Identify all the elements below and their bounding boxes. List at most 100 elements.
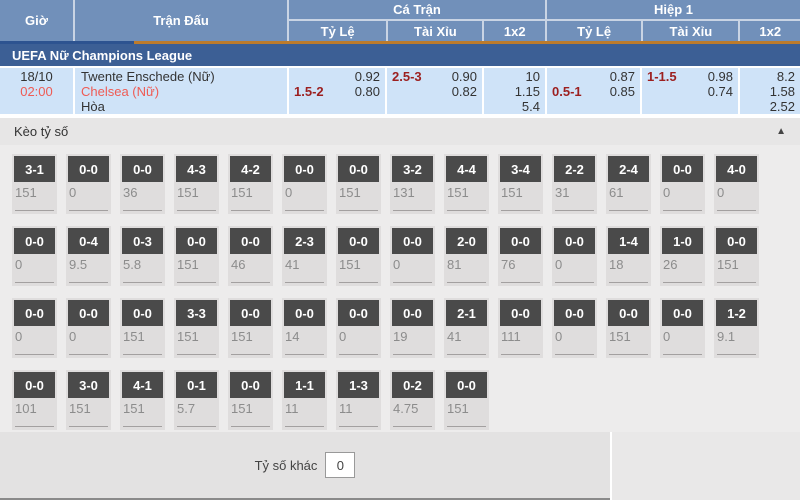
score-odds-tile[interactable]: 0-00 [66, 154, 111, 214]
score-odds-tile[interactable]: 0-49.5 [66, 226, 111, 286]
score-odds-tile[interactable]: 1-026 [660, 226, 705, 286]
score-label: 0-0 [230, 300, 271, 326]
score-odds-tile[interactable]: 1-29.1 [714, 298, 759, 358]
half-handicap-home-odds[interactable]: 0.87 [610, 69, 635, 84]
score-odds-tile[interactable]: 0-076 [498, 226, 543, 286]
odds-value: 18 [606, 254, 651, 272]
score-odds-tile[interactable]: 4-4151 [444, 154, 489, 214]
score-odds-tile[interactable]: 1-311 [336, 370, 381, 430]
score-odds-tile[interactable]: 0-0151 [444, 370, 489, 430]
first-half-subheaders: Tỷ Lệ Tài Xỉu 1x2 [547, 21, 800, 41]
half-over-odds[interactable]: 0.98 [708, 69, 733, 84]
half-1x2-draw-odds[interactable]: 1.58 [740, 84, 795, 99]
full-1x2-home-odds[interactable]: 10 [484, 69, 540, 84]
score-label: 0-0 [608, 300, 649, 326]
score-odds-tile[interactable]: 0-0151 [228, 298, 273, 358]
tile-underline [15, 426, 54, 427]
score-odds-tile[interactable]: 3-1151 [12, 154, 57, 214]
score-odds-tile[interactable]: 3-3151 [174, 298, 219, 358]
tile-underline [501, 210, 540, 211]
odds-value: 151 [174, 182, 219, 200]
half-handicap-away-odds[interactable]: 0.85 [610, 84, 635, 99]
score-odds-tile[interactable]: 0-00 [660, 154, 705, 214]
tile-underline [555, 210, 594, 211]
score-odds-tile[interactable]: 0-0151 [174, 226, 219, 286]
full-handicap-home-odds[interactable]: 0.92 [355, 69, 380, 84]
half-1x2-cell[interactable]: 8.2 1.58 2.52 [738, 68, 800, 114]
score-odds-tile[interactable]: 0-00 [552, 298, 597, 358]
half-under-odds[interactable]: 0.74 [708, 84, 733, 99]
score-label: 0-0 [500, 300, 541, 326]
score-odds-tile[interactable]: 0-019 [390, 298, 435, 358]
full-1x2-cell[interactable]: 10 1.15 5.4 [482, 68, 545, 114]
full-1x2-draw-odds[interactable]: 1.15 [484, 84, 540, 99]
score-odds-tile[interactable]: 2-141 [444, 298, 489, 358]
score-odds-tile[interactable]: 1-111 [282, 370, 327, 430]
half-1x2-home-odds[interactable]: 8.2 [740, 69, 795, 84]
tile-underline [123, 354, 162, 355]
tile-underline [285, 354, 324, 355]
full-under-odds[interactable]: 0.82 [452, 84, 477, 99]
half-handicap-cell[interactable]: 0.87 0.5-10.85 [545, 68, 640, 114]
collapse-arrow-icon[interactable]: ▲ [776, 126, 786, 137]
odds-value: 111 [498, 326, 543, 344]
odds-value: 9.1 [714, 326, 759, 344]
score-odds-tile[interactable]: 2-231 [552, 154, 597, 214]
full-1x2-away-odds[interactable]: 5.4 [484, 99, 540, 114]
score-odds-tile[interactable]: 2-081 [444, 226, 489, 286]
away-team-name: Chelsea (Nữ) [81, 84, 287, 99]
tile-underline [609, 210, 648, 211]
score-odds-tile[interactable]: 0-00 [12, 226, 57, 286]
score-odds-tile[interactable]: 0-00 [336, 298, 381, 358]
score-odds-tile[interactable]: 2-461 [606, 154, 651, 214]
score-odds-tile[interactable]: 3-4151 [498, 154, 543, 214]
tile-underline [717, 354, 756, 355]
score-odds-tile[interactable]: 0-00 [660, 298, 705, 358]
score-odds-tile[interactable]: 0-014 [282, 298, 327, 358]
full-handicap-cell[interactable]: 0.92 1.5-20.80 [287, 68, 385, 114]
odds-value: 0 [66, 182, 111, 200]
score-label: 2-0 [446, 228, 487, 254]
score-odds-tile[interactable]: 0-0151 [336, 154, 381, 214]
score-odds-tile[interactable]: 3-0151 [66, 370, 111, 430]
half-1x2-away-odds[interactable]: 2.52 [740, 99, 795, 114]
score-odds-tile[interactable]: 0-00 [66, 298, 111, 358]
score-odds-tile[interactable]: 4-3151 [174, 154, 219, 214]
score-odds-tile[interactable]: 0-0151 [606, 298, 651, 358]
score-odds-tile[interactable]: 4-2151 [228, 154, 273, 214]
score-label: 0-0 [68, 156, 109, 182]
full-over-odds[interactable]: 0.90 [452, 69, 477, 84]
score-odds-tile[interactable]: 4-00 [714, 154, 759, 214]
league-header-bar[interactable]: UEFA Nữ Champions League [0, 44, 800, 66]
score-odds-tile[interactable]: 0-00 [552, 226, 597, 286]
score-odds-tile[interactable]: 0-00 [390, 226, 435, 286]
score-odds-tile[interactable]: 0-0151 [714, 226, 759, 286]
col-header-full-handicap: Tỷ Lệ [289, 21, 386, 41]
score-odds-tile[interactable]: 4-1151 [120, 370, 165, 430]
score-odds-tile[interactable]: 0-0151 [120, 298, 165, 358]
score-odds-tile[interactable]: 0-00 [12, 298, 57, 358]
score-odds-tile[interactable]: 2-341 [282, 226, 327, 286]
other-score-input[interactable] [325, 452, 355, 478]
score-odds-tile[interactable]: 1-418 [606, 226, 651, 286]
score-odds-tile[interactable]: 0-35.8 [120, 226, 165, 286]
half-overunder-cell[interactable]: 1-1.50.98 0.74 [640, 68, 738, 114]
score-odds-tile[interactable]: 0-0151 [228, 370, 273, 430]
tile-underline [393, 282, 432, 283]
score-odds-tile[interactable]: 0-036 [120, 154, 165, 214]
col-header-match-label: Trận Đấu [153, 13, 209, 28]
score-odds-tile[interactable]: 0-0101 [12, 370, 57, 430]
score-odds-tile[interactable]: 0-0151 [336, 226, 381, 286]
score-odds-tile[interactable]: 0-24.75 [390, 370, 435, 430]
score-label: 0-0 [122, 156, 163, 182]
score-odds-tile[interactable]: 3-2131 [390, 154, 435, 214]
score-odds-tile[interactable]: 0-046 [228, 226, 273, 286]
full-overunder-cell[interactable]: 2.5-30.90 0.82 [385, 68, 482, 114]
score-label: 0-0 [230, 228, 271, 254]
score-odds-tile[interactable]: 0-00 [282, 154, 327, 214]
tile-underline [555, 282, 594, 283]
score-odds-tile[interactable]: 0-15.7 [174, 370, 219, 430]
full-handicap-away-odds[interactable]: 0.80 [355, 84, 380, 99]
score-odds-tile[interactable]: 0-0111 [498, 298, 543, 358]
odds-value: 151 [228, 182, 273, 200]
